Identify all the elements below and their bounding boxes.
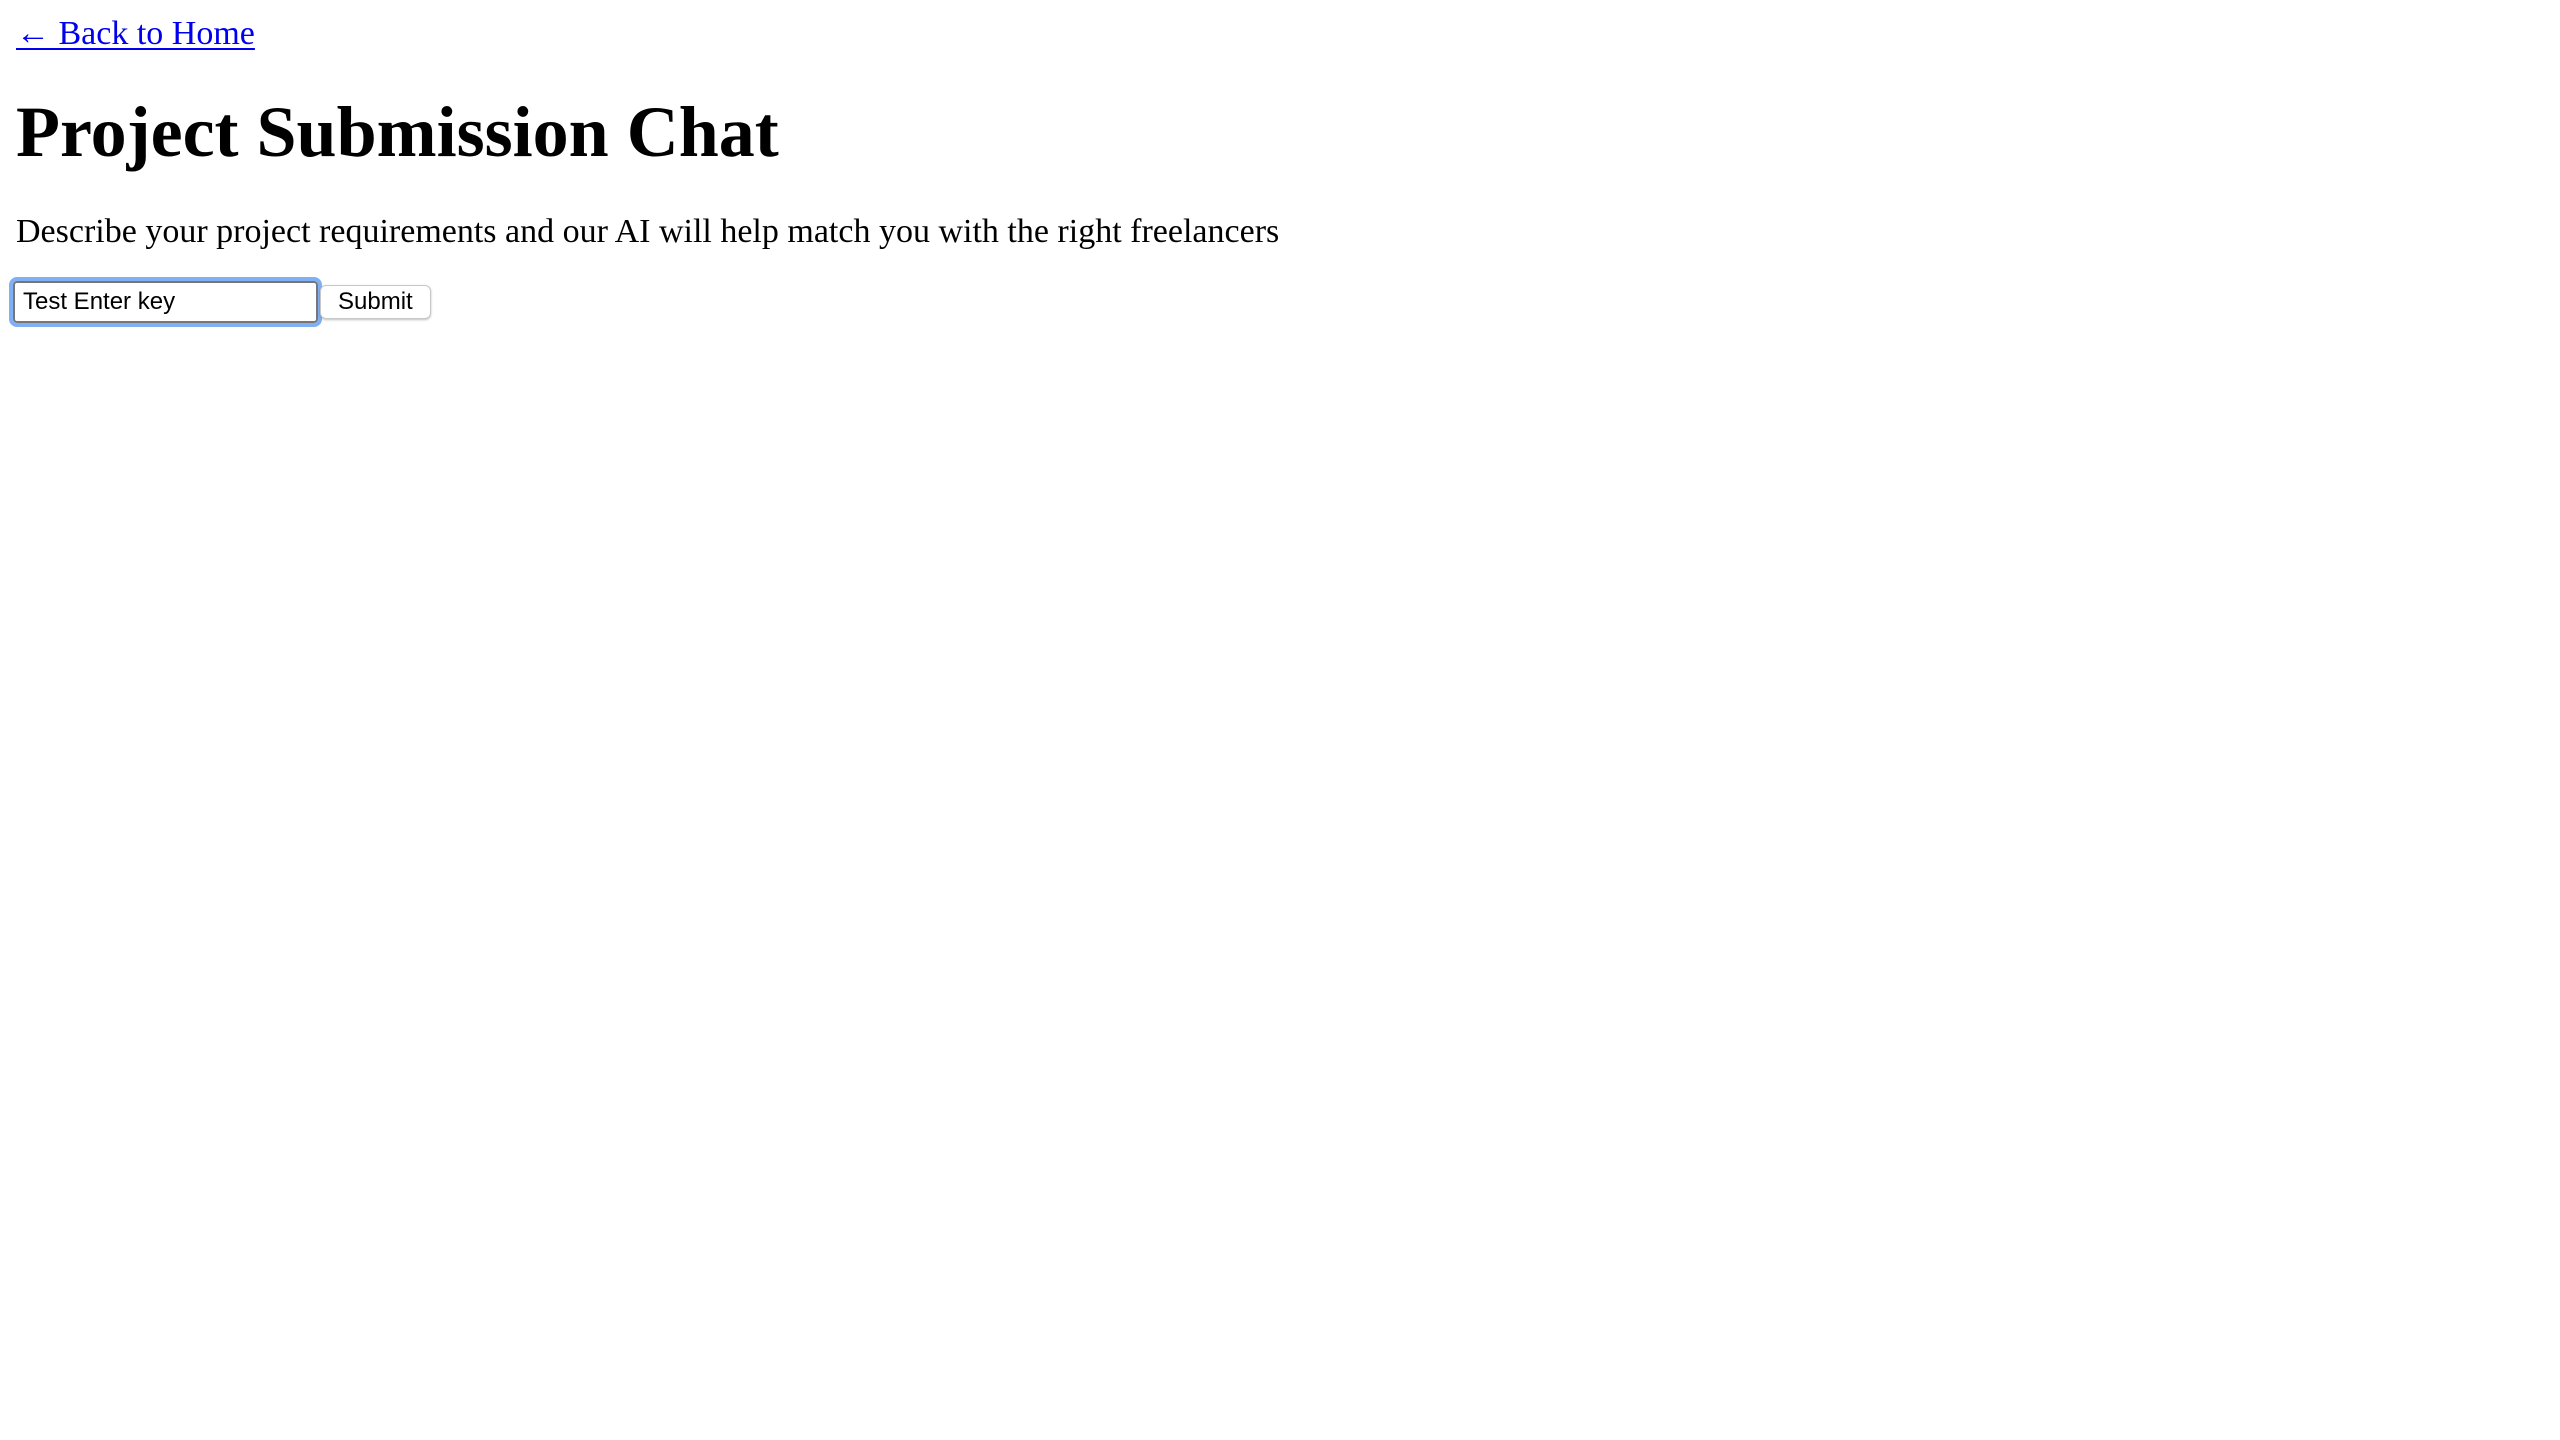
project-chat-input[interactable] (9, 277, 322, 327)
project-chat-form: Submit (9, 277, 431, 327)
page-subtitle: Describe your project requirements and o… (16, 213, 1280, 250)
back-to-home-link[interactable]: ← Back to Home (16, 10, 255, 58)
page-title: Project Submission Chat (16, 92, 779, 172)
submit-button[interactable]: Submit (320, 285, 431, 319)
